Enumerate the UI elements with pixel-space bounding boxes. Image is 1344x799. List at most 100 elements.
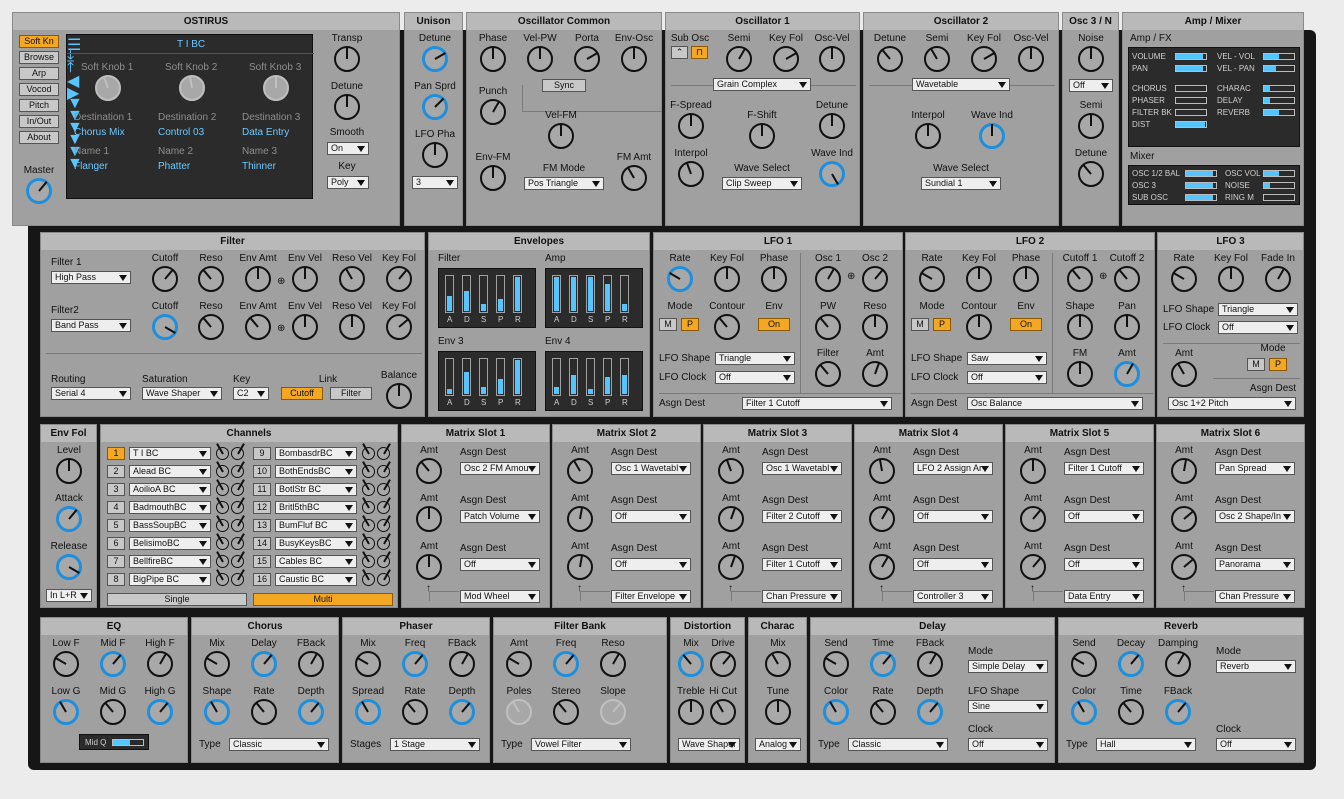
envelope-slider[interactable] bbox=[513, 358, 522, 396]
channel-vol-knob[interactable] bbox=[215, 442, 229, 460]
filter1-envamt-knob[interactable] bbox=[245, 266, 271, 292]
soft-knob-3[interactable] bbox=[263, 75, 289, 101]
lfo1-mode-m-button[interactable]: M bbox=[659, 318, 677, 331]
lfo2-mode-p-button[interactable]: P bbox=[933, 318, 951, 331]
transp-knob[interactable] bbox=[334, 46, 360, 72]
channel-pan-knob[interactable] bbox=[231, 496, 245, 514]
matrix-amt-knob[interactable] bbox=[1171, 554, 1197, 580]
osc3-semi-knob[interactable] bbox=[1078, 113, 1104, 139]
lfo2-clock-dropdown[interactable]: Off bbox=[967, 371, 1047, 384]
envfol-attack-knob[interactable] bbox=[56, 506, 82, 532]
matrix-amt-knob[interactable] bbox=[718, 458, 744, 484]
pan-spread-knob[interactable] bbox=[422, 94, 448, 120]
matrix-dest-dropdown[interactable]: Osc 2 FM Amou bbox=[460, 462, 540, 475]
lfo3-fade-knob[interactable] bbox=[1265, 266, 1291, 292]
mixer-level-meter[interactable] bbox=[1185, 194, 1217, 201]
lfo1-contour-knob[interactable] bbox=[714, 314, 740, 340]
osc2-oscvel-knob[interactable] bbox=[1018, 46, 1044, 72]
fx-level-meter[interactable] bbox=[1175, 85, 1207, 92]
matrix-amt-knob[interactable] bbox=[869, 554, 895, 580]
lfo2-asgn-dropdown[interactable]: Osc Balance bbox=[967, 397, 1143, 410]
matrix-dest-dropdown[interactable]: Off bbox=[1064, 558, 1144, 571]
filter1-resovel-knob[interactable] bbox=[339, 266, 365, 292]
envelope-slider[interactable] bbox=[620, 275, 629, 313]
sidebar-vocod[interactable]: Vocod bbox=[19, 83, 59, 96]
matrix-dest-dropdown[interactable]: Osc 1 Wavetabl bbox=[611, 462, 691, 475]
channel-pan-knob[interactable] bbox=[231, 478, 245, 496]
matrix-amt-knob[interactable] bbox=[1020, 506, 1046, 532]
lfo1-osc2-knob[interactable] bbox=[862, 266, 888, 292]
channel-patch-dropdown[interactable]: Alead BC bbox=[129, 465, 211, 478]
channel-vol-knob[interactable] bbox=[215, 568, 229, 586]
channel-pan-knob[interactable] bbox=[231, 568, 245, 586]
osc2-interpol-knob[interactable] bbox=[915, 123, 941, 149]
channel-number-button[interactable]: 8 bbox=[107, 573, 125, 586]
destination-value[interactable]: Control 03 bbox=[158, 127, 228, 139]
sidebar-about[interactable]: About bbox=[19, 131, 59, 144]
osc2-shape-dropdown[interactable]: Wavetable bbox=[912, 78, 1010, 91]
lfo3-asgn-dropdown[interactable]: Osc 1+2 Pitch bbox=[1168, 397, 1296, 410]
phaser-depth-knob[interactable] bbox=[449, 699, 475, 725]
fx-level-meter[interactable] bbox=[1263, 65, 1295, 72]
fx-level-meter[interactable] bbox=[1175, 121, 1207, 128]
vel-pw-knob[interactable] bbox=[527, 46, 553, 72]
filterbank-freq-knob[interactable] bbox=[553, 651, 579, 677]
channel-number-button[interactable]: 16 bbox=[253, 573, 271, 586]
chorus-fback-knob[interactable] bbox=[298, 651, 324, 677]
channel-number-button[interactable]: 12 bbox=[253, 501, 271, 514]
channel-number-button[interactable]: 11 bbox=[253, 483, 271, 496]
osc2-wave-ind-knob[interactable] bbox=[979, 123, 1005, 149]
eq-midf-knob[interactable] bbox=[100, 651, 126, 677]
lfo1-keyfol-knob[interactable] bbox=[714, 266, 740, 292]
osc2-keyfol-knob[interactable] bbox=[971, 46, 997, 72]
lfo1-clock-dropdown[interactable]: Off bbox=[715, 371, 795, 384]
chorus-mix-knob[interactable] bbox=[204, 651, 230, 677]
channel-pan-knob[interactable] bbox=[231, 550, 245, 568]
lfo2-pan-knob[interactable] bbox=[1114, 314, 1140, 340]
channel-patch-dropdown[interactable]: Caustic BC bbox=[275, 573, 357, 586]
sidebar-softkn[interactable]: Soft Kn bbox=[19, 35, 59, 48]
matrix-dest-dropdown[interactable]: Osc 1 Wavetabl bbox=[762, 462, 842, 475]
sub-osc-triangle-button[interactable]: ⌃ bbox=[671, 46, 688, 59]
channel-patch-dropdown[interactable]: T I BC bbox=[129, 447, 211, 460]
osc2-detune-knob[interactable] bbox=[877, 46, 903, 72]
filterbank-slope-knob[interactable] bbox=[600, 699, 626, 725]
fx-level-meter[interactable] bbox=[1263, 97, 1295, 104]
delay-send-knob[interactable] bbox=[823, 651, 849, 677]
vel-fm-knob[interactable] bbox=[548, 123, 574, 149]
channel-number-button[interactable]: 1 bbox=[107, 447, 125, 460]
channel-number-button[interactable]: 6 bbox=[107, 537, 125, 550]
link-plus-icon[interactable]: ⊕ bbox=[277, 323, 287, 334]
env-fm-knob[interactable] bbox=[480, 165, 506, 191]
delay-time-knob[interactable] bbox=[870, 651, 896, 677]
envelope-slider[interactable] bbox=[552, 358, 561, 396]
envelope-slider[interactable] bbox=[445, 358, 454, 396]
sidebar-browse[interactable]: Browse bbox=[19, 51, 59, 64]
matrix-amt-knob[interactable] bbox=[416, 554, 442, 580]
distortion-hicut-knob[interactable] bbox=[710, 699, 736, 725]
delay-clock-dropdown[interactable]: Off bbox=[968, 738, 1048, 751]
channel-vol-knob[interactable] bbox=[361, 568, 375, 586]
matrix-amt-knob[interactable] bbox=[567, 458, 593, 484]
charac-type-dropdown[interactable]: Analog bbox=[755, 738, 801, 751]
phaser-freq-knob[interactable] bbox=[402, 651, 428, 677]
channel-number-button[interactable]: 7 bbox=[107, 555, 125, 568]
envelope-slider[interactable] bbox=[462, 275, 471, 313]
envelope-slider[interactable] bbox=[569, 358, 578, 396]
matrix-dest-dropdown[interactable]: Off bbox=[913, 510, 993, 523]
envelope-slider[interactable] bbox=[445, 275, 454, 313]
fx-level-meter[interactable] bbox=[1175, 109, 1207, 116]
matrix-amt-knob[interactable] bbox=[869, 458, 895, 484]
reverb-color-knob[interactable] bbox=[1071, 699, 1097, 725]
upload-icon[interactable]: ⤒ bbox=[67, 59, 79, 76]
filter2-keyfol-knob[interactable] bbox=[386, 314, 412, 340]
eq-lowf-knob[interactable] bbox=[53, 651, 79, 677]
lfo2-keyfol-knob[interactable] bbox=[966, 266, 992, 292]
osc1-wave-select-dropdown[interactable]: Clip Sweep bbox=[722, 177, 802, 190]
lfo2-shape-dropdown[interactable]: Saw bbox=[967, 352, 1047, 365]
lfo1-rate-knob[interactable] bbox=[667, 266, 693, 292]
envelope-slider[interactable] bbox=[479, 358, 488, 396]
reverb-send-knob[interactable] bbox=[1071, 651, 1097, 677]
smooth-dropdown[interactable]: On bbox=[327, 142, 369, 155]
soft-knob-2[interactable] bbox=[179, 75, 205, 101]
